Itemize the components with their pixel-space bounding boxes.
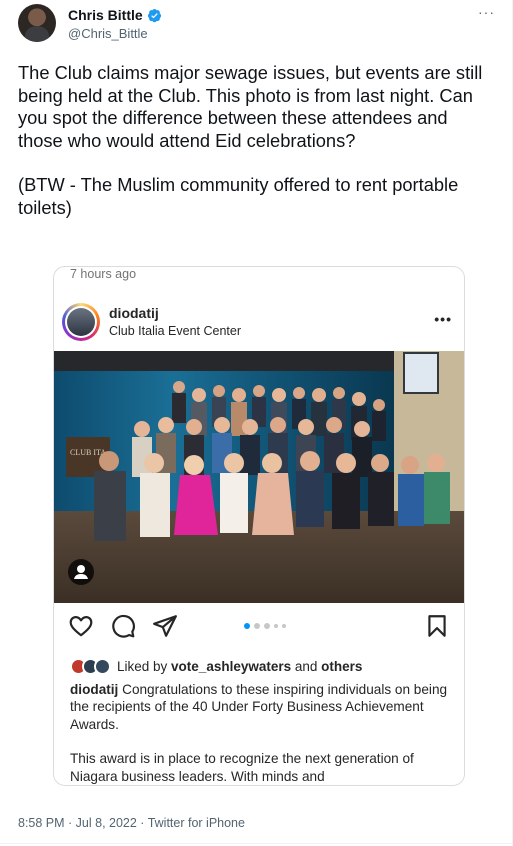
caption-text: Congratulations to these inspiring indiv… [70, 682, 448, 732]
carousel-dot [244, 623, 250, 629]
post-caption: diodatij Congratulations to these inspir… [70, 681, 454, 785]
share-icon[interactable] [152, 613, 178, 639]
carousel-dot [264, 623, 270, 629]
liked-by-user[interactable]: vote_ashleywaters [171, 659, 291, 674]
tweet-timestamp[interactable]: 8:58 PM · Jul 8, 2022 · Twitter for iPho… [18, 816, 245, 830]
comment-icon[interactable] [110, 613, 136, 639]
likes-middle: and [291, 658, 322, 674]
carousel-dot [254, 623, 260, 629]
embed-time-ago: 7 hours ago [70, 267, 137, 281]
tweet-paragraph: (BTW - The Muslim community offered to r… [18, 174, 459, 218]
author-avatar[interactable] [18, 4, 56, 42]
caption-username[interactable]: diodatij [70, 682, 118, 697]
post-photo[interactable]: CLUB ITA [54, 351, 464, 603]
verified-badge-icon [147, 8, 161, 22]
instagram-username[interactable]: diodatij [109, 305, 159, 321]
tweet: Chris Bittle @Chris_Bittle ··· The Club … [0, 0, 513, 846]
carousel-dot [274, 624, 278, 628]
author-handle[interactable]: @Chris_Bittle [68, 26, 148, 41]
group-photo-illustration: CLUB ITA [54, 351, 464, 603]
tweet-text: The Club claims major sewage issues, but… [18, 62, 496, 242]
heart-icon[interactable] [68, 613, 94, 639]
author-display-name[interactable]: Chris Bittle [68, 7, 143, 23]
liked-by-others[interactable]: others [321, 659, 362, 674]
instagram-more-icon[interactable]: ••• [434, 311, 452, 327]
instagram-location[interactable]: Club Italia Event Center [109, 324, 241, 338]
divider [0, 843, 513, 844]
author-name-row: Chris Bittle [68, 7, 162, 23]
post-actions [54, 611, 464, 641]
instagram-avatar[interactable] [62, 303, 100, 341]
likes-row: Liked by vote_ashleywaters and others [70, 656, 362, 676]
liker-avatars [70, 657, 111, 675]
user-tag-icon[interactable] [68, 559, 94, 585]
tweet-paragraph: The Club claims major sewage issues, but… [18, 62, 483, 151]
carousel-indicator [244, 623, 286, 629]
caption-text: This award is in place to recognize the … [70, 751, 414, 784]
instagram-embed[interactable]: 7 hours ago diodatij Club Italia Event C… [53, 266, 465, 786]
instagram-post-header: diodatij Club Italia Event Center ••• [54, 299, 464, 349]
more-icon[interactable]: ··· [478, 4, 495, 20]
avatar [94, 657, 111, 675]
carousel-dot [282, 624, 286, 628]
likes-prefix: Liked by [117, 658, 172, 674]
bookmark-icon[interactable] [424, 613, 450, 639]
